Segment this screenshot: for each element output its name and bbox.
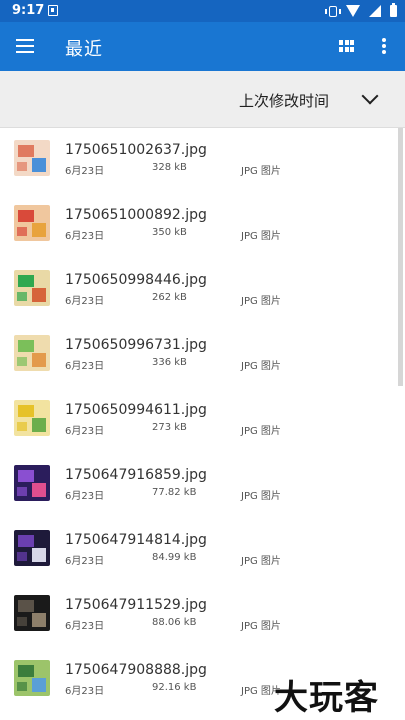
- file-row[interactable]: 1750647911529.jpg 6月23日 88.06 kB JPG 图片: [0, 583, 405, 648]
- file-date: 6月23日: [65, 296, 105, 307]
- file-name: 1750650998446.jpg: [65, 272, 207, 288]
- page-title: 最近: [65, 39, 103, 60]
- file-type: JPG 图片: [241, 491, 281, 502]
- file-row[interactable]: 1750651002637.jpg 6月23日 328 kB JPG 图片: [0, 128, 405, 193]
- file-type: JPG 图片: [241, 231, 281, 242]
- thumbnail-image[interactable]: [14, 270, 50, 306]
- file-size: 88.06 kB: [152, 617, 197, 628]
- file-row[interactable]: 1750647916859.jpg 6月23日 77.82 kB JPG 图片: [0, 453, 405, 518]
- thumbnail-image[interactable]: [14, 660, 50, 696]
- file-row[interactable]: 1750650994611.jpg 6月23日 273 kB JPG 图片: [0, 388, 405, 453]
- notification-icon: [48, 5, 58, 16]
- file-name: 1750647908888.jpg: [65, 662, 207, 678]
- wifi-icon: [346, 5, 360, 17]
- status-icons: [325, 2, 397, 20]
- file-type: JPG 图片: [241, 361, 281, 372]
- app-bar: 最近: [0, 22, 405, 71]
- watermark-logo: 大玩客: [274, 678, 379, 718]
- chevron-down-icon[interactable]: [361, 87, 379, 105]
- status-time: 9:17: [12, 3, 45, 18]
- file-type: JPG 图片: [241, 621, 281, 632]
- file-size: 77.82 kB: [152, 487, 197, 498]
- file-date: 6月23日: [65, 621, 105, 632]
- file-size: 273 kB: [152, 422, 187, 433]
- file-name: 1750651000892.jpg: [65, 207, 207, 223]
- scrollbar[interactable]: [398, 128, 403, 386]
- file-date: 6月23日: [65, 231, 105, 242]
- thumbnail-image[interactable]: [14, 205, 50, 241]
- file-name: 1750651002637.jpg: [65, 142, 207, 158]
- cell-signal-icon: [369, 5, 381, 17]
- file-name: 1750647916859.jpg: [65, 467, 207, 483]
- file-size: 328 kB: [152, 162, 187, 173]
- file-name: 1750650996731.jpg: [65, 337, 207, 353]
- vibrate-icon: [325, 5, 341, 17]
- file-size: 84.99 kB: [152, 552, 197, 563]
- file-date: 6月23日: [65, 491, 105, 502]
- sort-bar[interactable]: 上次修改时间: [0, 71, 405, 128]
- file-row[interactable]: 1750651000892.jpg 6月23日 350 kB JPG 图片: [0, 193, 405, 258]
- grid-view-icon[interactable]: [339, 40, 354, 52]
- thumbnail-image[interactable]: [14, 400, 50, 436]
- thumbnail-image[interactable]: [14, 140, 50, 176]
- sort-label[interactable]: 上次修改时间: [239, 90, 329, 111]
- file-name: 1750647911529.jpg: [65, 597, 207, 613]
- more-options-icon[interactable]: [379, 38, 389, 56]
- file-date: 6月23日: [65, 361, 105, 372]
- file-size: 92.16 kB: [152, 682, 197, 693]
- file-row[interactable]: 1750650996731.jpg 6月23日 336 kB JPG 图片: [0, 323, 405, 388]
- thumbnail-image[interactable]: [14, 595, 50, 631]
- file-date: 6月23日: [65, 426, 105, 437]
- file-size: 336 kB: [152, 357, 187, 368]
- battery-icon: [390, 3, 397, 17]
- file-type: JPG 图片: [241, 296, 281, 307]
- thumbnail-image[interactable]: [14, 530, 50, 566]
- menu-icon[interactable]: [16, 39, 34, 53]
- file-date: 6月23日: [65, 556, 105, 567]
- file-row[interactable]: 1750647914814.jpg 6月23日 84.99 kB JPG 图片: [0, 518, 405, 583]
- file-type: JPG 图片: [241, 166, 281, 177]
- file-type: JPG 图片: [241, 426, 281, 437]
- file-list: 1750651002637.jpg 6月23日 328 kB JPG 图片 175065…: [0, 128, 405, 720]
- file-size: 262 kB: [152, 292, 187, 303]
- file-date: 6月23日: [65, 686, 105, 697]
- thumbnail-image[interactable]: [14, 465, 50, 501]
- file-name: 1750647914814.jpg: [65, 532, 207, 548]
- file-row[interactable]: 1750650998446.jpg 6月23日 262 kB JPG 图片: [0, 258, 405, 323]
- thumbnail-image[interactable]: [14, 335, 50, 371]
- file-size: 350 kB: [152, 227, 187, 238]
- file-name: 1750650994611.jpg: [65, 402, 207, 418]
- file-date: 6月23日: [65, 166, 105, 177]
- file-type: JPG 图片: [241, 556, 281, 567]
- status-bar: 9:17: [0, 0, 405, 22]
